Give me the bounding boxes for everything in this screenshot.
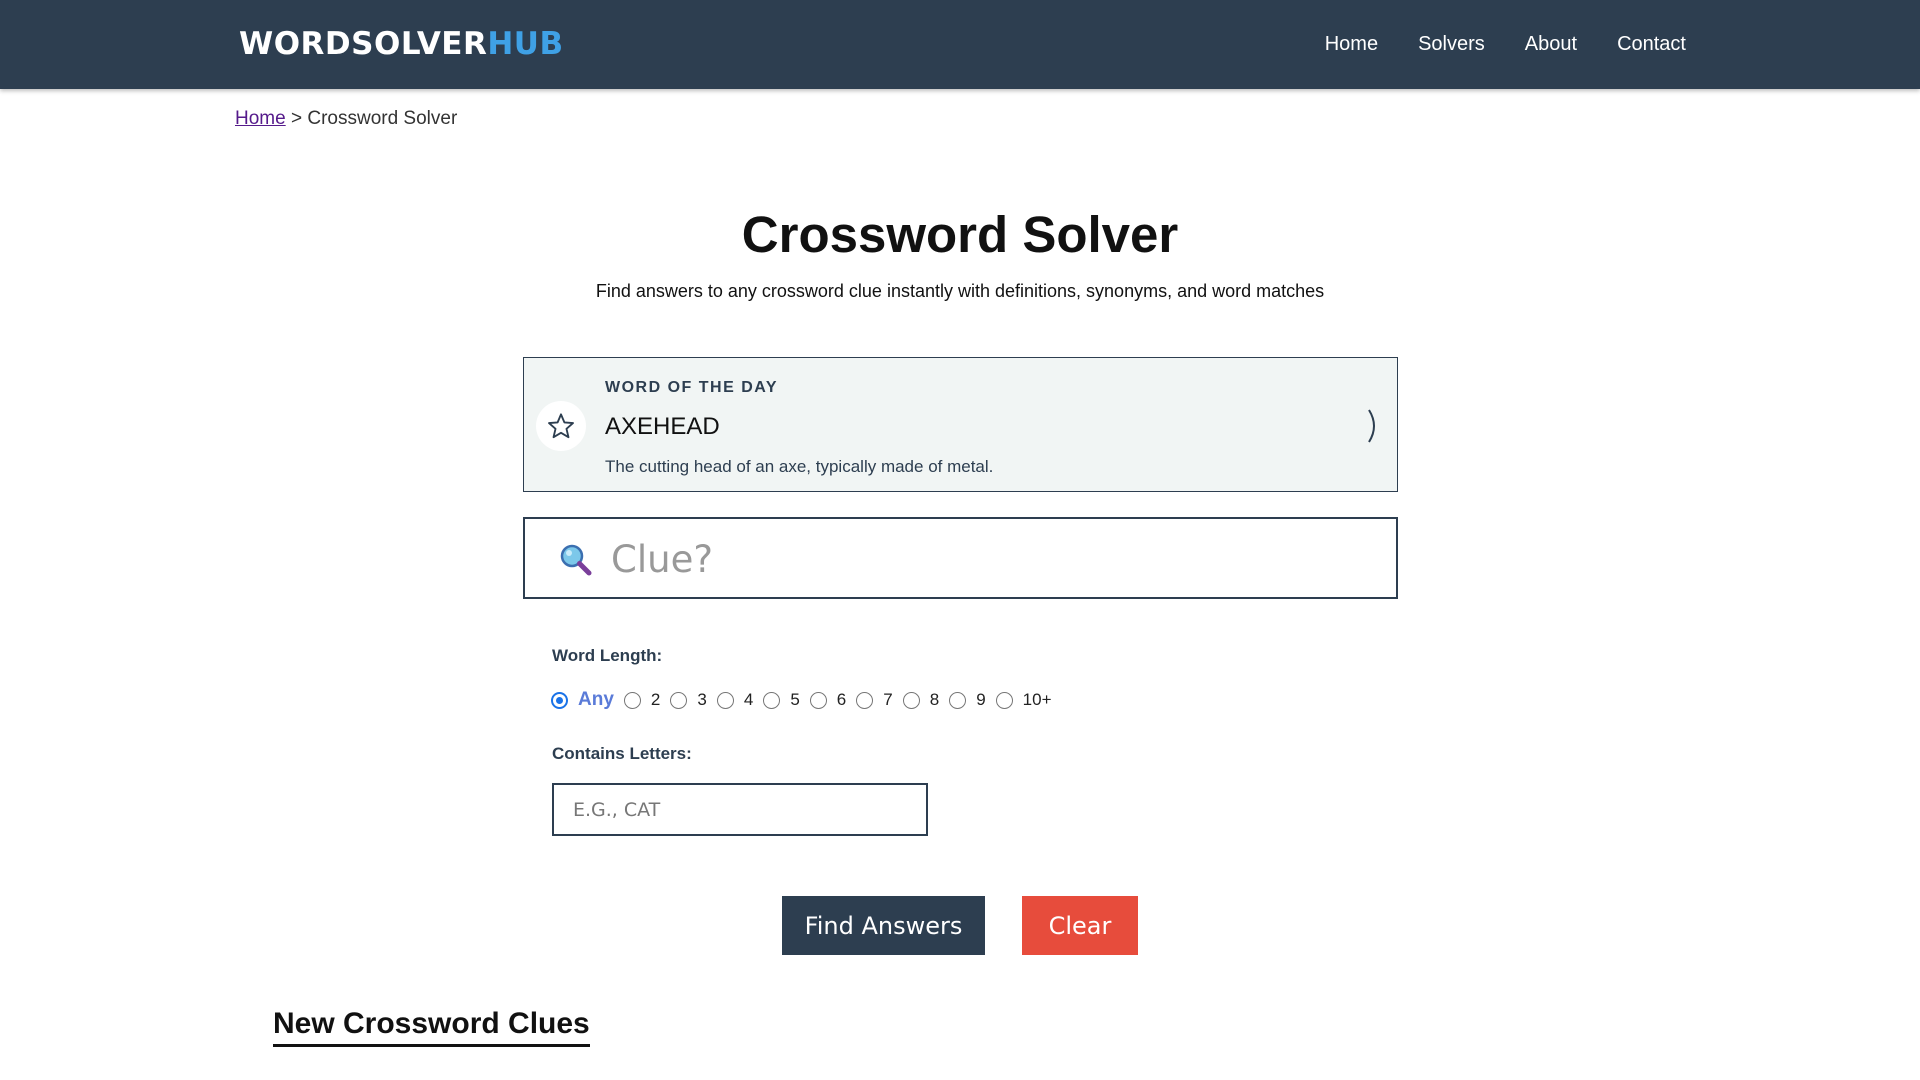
word-of-the-day-card[interactable]: WORD OF THE DAY AXEHEAD The cutting head… bbox=[523, 357, 1398, 492]
length-option-9[interactable]: 9 bbox=[949, 690, 986, 710]
length-option-2[interactable]: 2 bbox=[623, 690, 661, 710]
length-option-label: Any bbox=[578, 689, 614, 710]
contains-letters-label: Contains Letters: bbox=[552, 744, 692, 763]
length-option-label: 8 bbox=[929, 690, 940, 709]
length-option-5[interactable]: 5 bbox=[763, 690, 800, 710]
logo-main-text: WORDSOLVER bbox=[239, 26, 488, 62]
radio-button[interactable] bbox=[623, 691, 641, 709]
radio-button[interactable] bbox=[763, 691, 781, 709]
logo-accent-text: HUB bbox=[487, 26, 564, 62]
breadcrumb-current: Crossword Solver bbox=[307, 108, 458, 129]
find-answers-button[interactable]: Find Answers bbox=[782, 896, 985, 955]
radio-button-checked[interactable] bbox=[551, 691, 568, 709]
word-of-the-day-word: AXEHEAD bbox=[605, 413, 720, 440]
new-crossword-clues-heading: New Crossword Clues bbox=[273, 1006, 590, 1047]
length-option-8[interactable]: 8 bbox=[902, 690, 940, 710]
word-length-options: Any 2 3 4 5 6 7 8 9 10+ bbox=[551, 686, 1062, 714]
breadcrumb: Home > Crossword Solver bbox=[235, 108, 457, 130]
radio-button[interactable] bbox=[716, 691, 734, 709]
page-title: Crossword Solver bbox=[741, 206, 1179, 263]
word-length-label: Word Length: bbox=[552, 646, 663, 665]
nav-solvers[interactable]: Solvers bbox=[1418, 33, 1485, 56]
length-option-label: 5 bbox=[790, 690, 800, 709]
length-option-3[interactable]: 3 bbox=[670, 690, 707, 710]
clear-button[interactable]: Clear bbox=[1022, 896, 1138, 955]
contains-letters-input[interactable] bbox=[552, 783, 928, 836]
length-option-6[interactable]: 6 bbox=[809, 690, 847, 710]
radio-button[interactable] bbox=[809, 691, 827, 709]
chevron-right-icon[interactable] bbox=[1363, 406, 1383, 446]
site-logo[interactable]: WORDSOLVERHUB bbox=[239, 26, 564, 62]
nav-home[interactable]: Home bbox=[1325, 33, 1378, 56]
length-option-label: 4 bbox=[743, 690, 754, 709]
length-option-label: 7 bbox=[883, 690, 893, 709]
nav-contact[interactable]: Contact bbox=[1617, 33, 1686, 56]
length-option-10-plus[interactable]: 10+ bbox=[995, 690, 1052, 710]
page-subtitle: Find answers to any crossword clue insta… bbox=[595, 281, 1325, 301]
word-of-the-day-definition: The cutting head of an axe, typically ma… bbox=[605, 457, 994, 476]
length-option-label: 10+ bbox=[1022, 690, 1052, 709]
radio-button[interactable] bbox=[995, 691, 1013, 709]
radio-button[interactable] bbox=[856, 691, 874, 709]
breadcrumb-separator: > bbox=[290, 108, 303, 129]
radio-button[interactable] bbox=[949, 691, 967, 709]
search-icon bbox=[560, 544, 592, 576]
radio-button[interactable] bbox=[670, 691, 688, 709]
length-option-label: 2 bbox=[650, 690, 661, 709]
breadcrumb-home-link[interactable]: Home bbox=[235, 108, 286, 129]
main-nav: Home Solvers About Contact bbox=[1285, 0, 1686, 89]
length-option-4[interactable]: 4 bbox=[716, 690, 754, 710]
star-icon bbox=[536, 401, 586, 451]
radio-button[interactable] bbox=[902, 691, 920, 709]
length-option-label: 9 bbox=[976, 690, 986, 709]
clue-search-input[interactable] bbox=[609, 531, 1379, 587]
word-of-the-day-label: WORD OF THE DAY bbox=[605, 379, 779, 396]
length-option-7[interactable]: 7 bbox=[856, 690, 893, 710]
length-option-label: 6 bbox=[836, 690, 847, 709]
length-option-label: 3 bbox=[697, 690, 707, 709]
nav-about[interactable]: About bbox=[1525, 33, 1577, 56]
length-option-any[interactable]: Any bbox=[551, 689, 614, 711]
site-header: WORDSOLVERHUB Home Solvers About Contact bbox=[0, 0, 1920, 89]
clue-search-box bbox=[523, 517, 1398, 599]
